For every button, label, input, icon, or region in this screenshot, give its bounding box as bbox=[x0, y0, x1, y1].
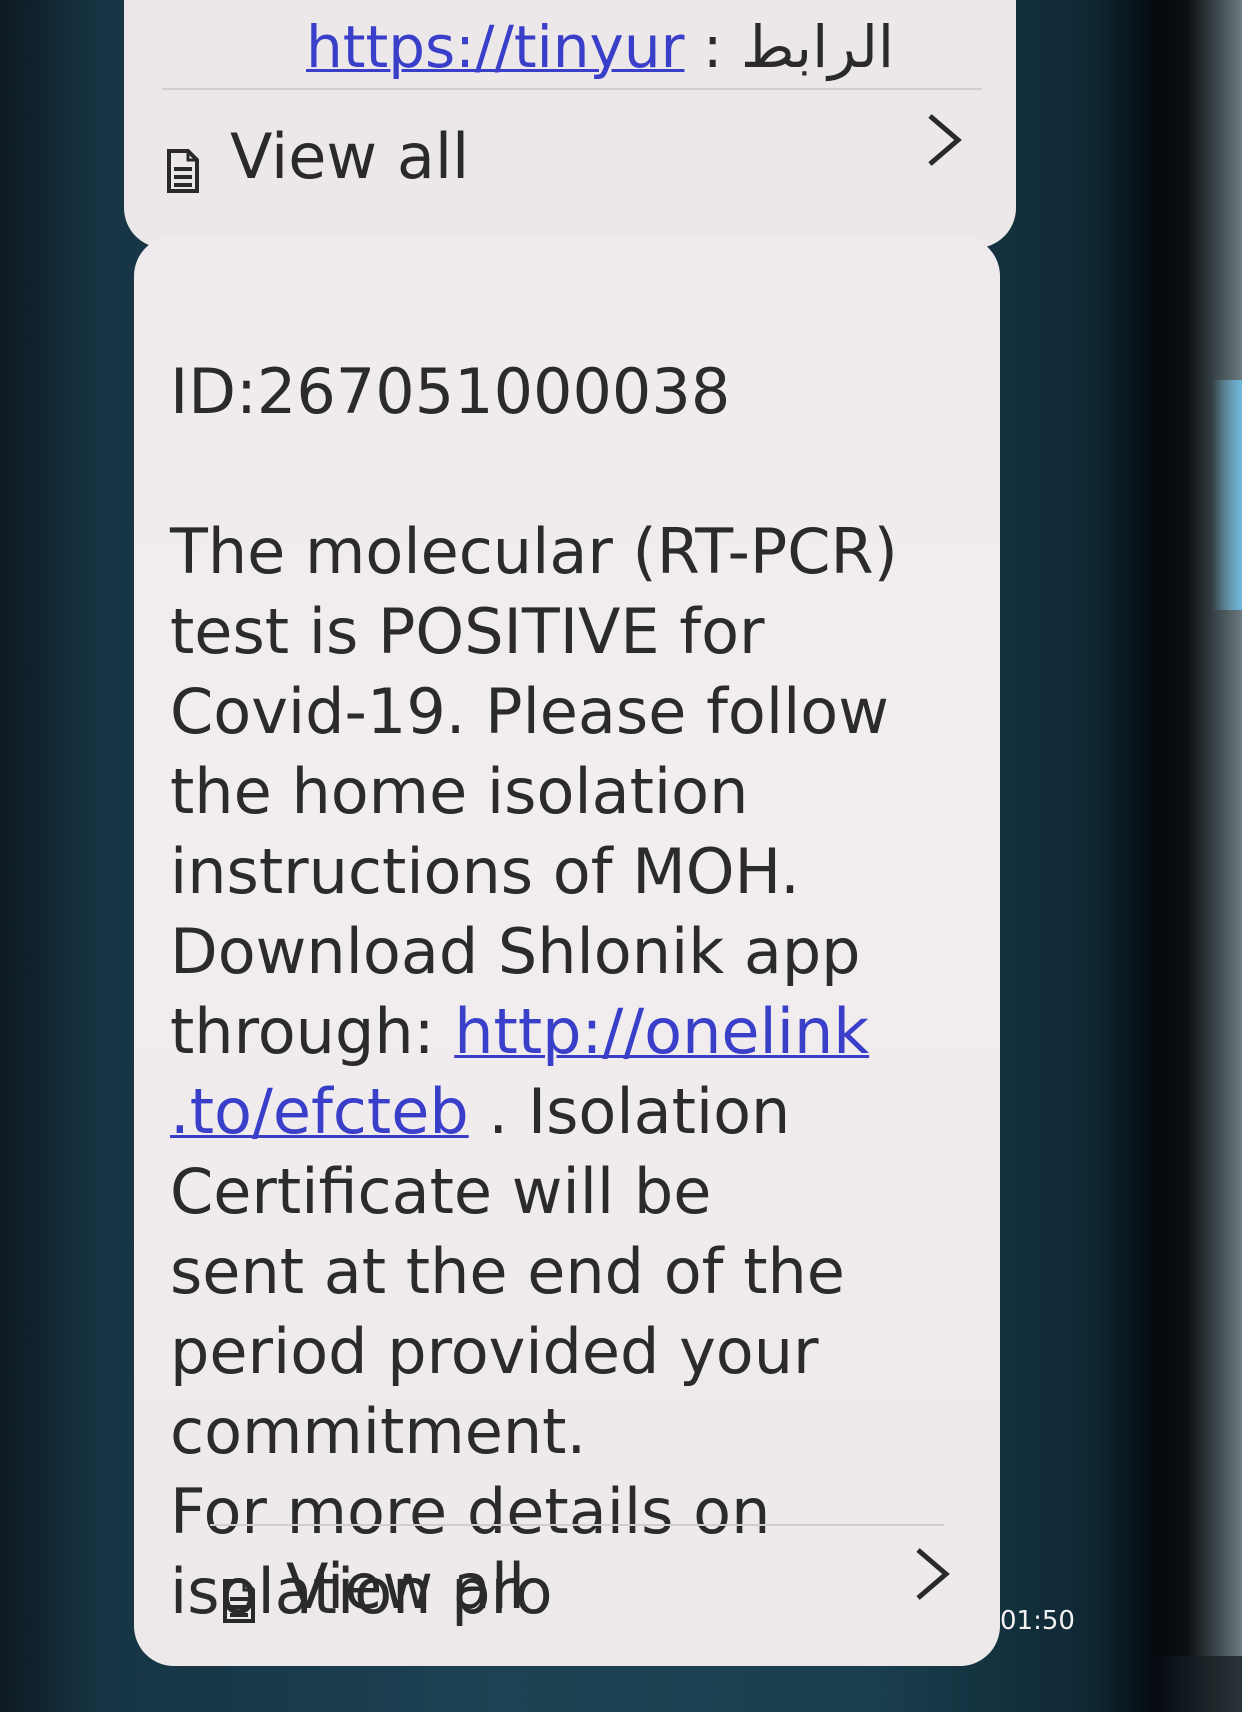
phone-bezel bbox=[1152, 0, 1242, 1656]
message-view-all-label: View all bbox=[286, 1550, 526, 1623]
message-timestamp: 01:50 bbox=[1000, 1606, 1075, 1636]
previous-message-label-separator: : bbox=[684, 13, 741, 81]
message-text-before-link: The molecular (RT-PCR) test is POSITIVE … bbox=[170, 515, 898, 1068]
document-icon bbox=[222, 1565, 256, 1623]
message-view-all-button[interactable]: View all bbox=[222, 1550, 525, 1623]
message-body: ID:267051000038 The molecular (RT-PCR) t… bbox=[170, 272, 970, 1712]
previous-message-view-all-button[interactable]: View all bbox=[166, 120, 469, 193]
message-id: ID:267051000038 bbox=[170, 355, 731, 428]
previous-message-bubble[interactable]: https://tinyur : الرابط View all bbox=[124, 0, 1016, 248]
previous-message-link[interactable]: https://tinyur bbox=[306, 13, 684, 81]
previous-message-divider bbox=[162, 88, 982, 90]
previous-message-view-all-label: View all bbox=[230, 120, 470, 193]
previous-message-arabic-label: الرابط bbox=[740, 13, 894, 81]
chevron-right-icon bbox=[924, 112, 964, 178]
previous-message-link-row: https://tinyur : الرابط bbox=[306, 12, 1106, 82]
document-icon bbox=[166, 135, 200, 193]
message-bubble[interactable]: ID:267051000038 The molecular (RT-PCR) t… bbox=[134, 236, 1000, 1666]
chevron-right-icon bbox=[912, 1546, 952, 1612]
message-content: The molecular (RT-PCR) test is POSITIVE … bbox=[170, 512, 970, 1632]
message-divider bbox=[210, 1524, 944, 1526]
message-text-after-link: . Isolation Certificate will be sent at … bbox=[170, 1075, 845, 1628]
bezel-highlight bbox=[1212, 380, 1242, 610]
